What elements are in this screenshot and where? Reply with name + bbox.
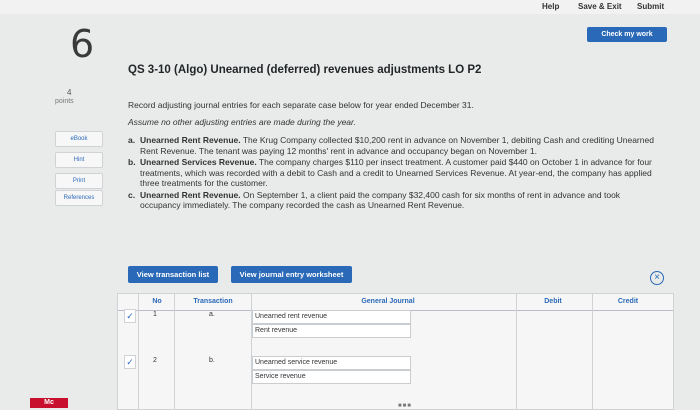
header-debit: Debit	[544, 298, 562, 305]
close-icon[interactable]: ×	[650, 271, 664, 285]
edit-check-icon[interactable]: ✓	[124, 355, 136, 369]
question-number: 6	[70, 22, 95, 66]
assumption-text: Assume no other adjusting entries are ma…	[128, 117, 356, 127]
submit-link[interactable]: Submit	[637, 2, 664, 11]
view-journal-worksheet-button[interactable]: View journal entry worksheet	[231, 266, 352, 283]
row-transaction: b.	[209, 357, 215, 364]
question-title: QS 3-10 (Algo) Unearned (deferred) reven…	[128, 64, 482, 76]
row-no: 2	[153, 357, 157, 364]
help-link[interactable]: Help	[542, 2, 559, 11]
view-transaction-list-button[interactable]: View transaction list	[128, 266, 218, 283]
check-my-work-button[interactable]: Check my work	[587, 27, 667, 42]
debit-account-field[interactable]: Unearned service revenue	[252, 356, 411, 370]
header-general-journal: General Journal	[361, 298, 415, 305]
print-button[interactable]: Print	[55, 173, 103, 189]
column-divider	[516, 294, 517, 409]
column-divider	[138, 294, 139, 409]
case-c: c. Unearned Rent Revenue. On September 1…	[128, 190, 658, 211]
row-transaction: a.	[209, 311, 215, 318]
points-value: 4	[67, 88, 72, 97]
case-b: b. Unearned Services Revenue. The compan…	[128, 157, 658, 189]
case-letter: c.	[128, 189, 136, 200]
references-button[interactable]: References	[55, 190, 103, 206]
case-a: a. Unearned Rent Revenue. The Krug Compa…	[128, 135, 658, 156]
mcgraw-hill-logo: Mc	[30, 398, 68, 408]
ebook-button[interactable]: eBook	[55, 131, 103, 147]
points-label: points	[55, 98, 74, 105]
credit-account-field[interactable]: Rent revenue	[252, 324, 411, 338]
case-letter: b.	[128, 157, 136, 167]
case-title: Unearned Services Revenue.	[140, 157, 257, 167]
header-transaction: Transaction	[193, 298, 233, 305]
case-list: a. Unearned Rent Revenue. The Krug Compa…	[128, 135, 658, 212]
row-no: 1	[153, 311, 157, 318]
credit-account-field[interactable]: Service revenue	[252, 370, 411, 384]
edit-check-icon[interactable]: ✓	[124, 309, 136, 323]
column-divider	[174, 294, 175, 409]
header-credit: Credit	[617, 298, 639, 305]
hint-button[interactable]: Hint	[55, 152, 103, 168]
pagination-dots: ■■■	[398, 403, 412, 409]
case-title: Unearned Rent Revenue.	[140, 135, 241, 145]
debit-account-field[interactable]: Unearned rent revenue	[252, 310, 411, 324]
column-divider	[592, 294, 593, 409]
case-letter: a.	[128, 135, 136, 145]
save-exit-link[interactable]: Save & Exit	[578, 2, 622, 11]
instruction-text: Record adjusting journal entries for eac…	[128, 100, 474, 110]
case-title: Unearned Rent Revenue.	[140, 189, 241, 200]
top-bar: Help Save & Exit Submit	[0, 0, 700, 14]
header-no: No	[152, 298, 162, 305]
